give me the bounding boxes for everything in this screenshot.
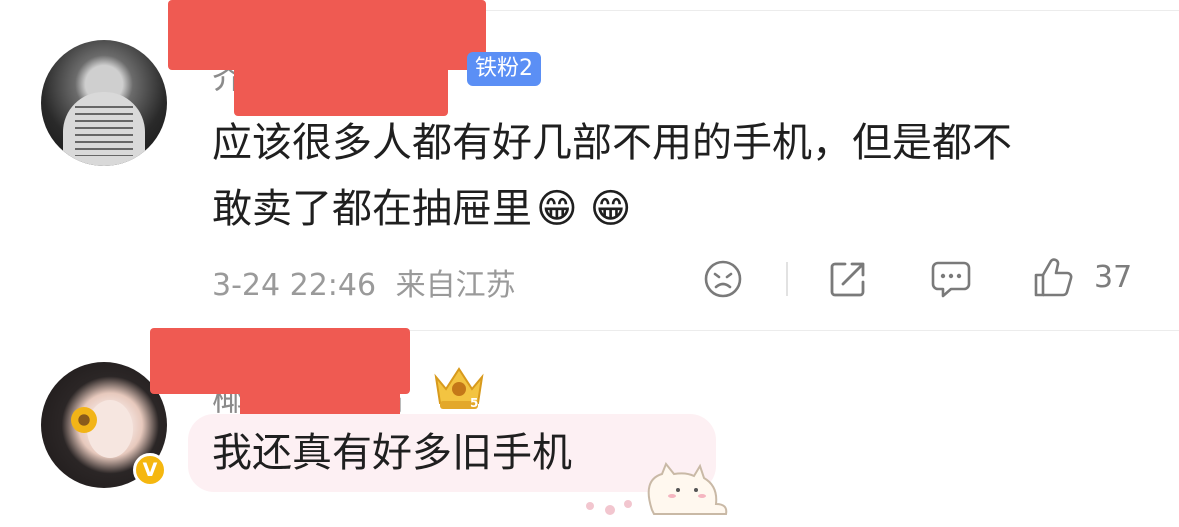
redaction-block bbox=[240, 358, 400, 420]
comment-text: 我还真有好多旧手机 bbox=[212, 430, 572, 476]
cat-sticker-icon bbox=[586, 462, 728, 515]
grin-emoji: 😁 bbox=[589, 186, 632, 232]
comment-text-line: 应该很多人都有好几部不用的手机，但是都不 bbox=[212, 120, 1012, 166]
avatar-flower bbox=[71, 407, 97, 433]
fan-badge[interactable]: 铁粉2 bbox=[467, 52, 541, 86]
avatar-tattoo bbox=[75, 106, 133, 156]
crown-badge-icon: 5 bbox=[434, 367, 484, 410]
action-separator bbox=[786, 262, 788, 296]
comment-text-line: 敢卖了都在抽屉里 😁 😁 bbox=[212, 176, 1012, 242]
share-icon[interactable] bbox=[827, 258, 869, 300]
comment-text: 应该很多人都有好几部不用的手机，但是都不 敢卖了都在抽屉里 😁 😁 bbox=[212, 110, 1012, 242]
comment-text-part: 敢卖了都在抽屉里 bbox=[212, 186, 532, 232]
like-count: 37 bbox=[1094, 260, 1133, 295]
comment-meta: 3-24 22:46 来自江苏 bbox=[212, 260, 516, 304]
location: 来自江苏 bbox=[395, 268, 516, 303]
frown-icon[interactable] bbox=[702, 258, 744, 300]
redaction-block bbox=[234, 40, 448, 116]
timestamp: 3-24 22:46 bbox=[212, 268, 377, 303]
thumbs-up-icon[interactable] bbox=[1031, 256, 1075, 300]
avatar[interactable] bbox=[41, 40, 167, 166]
grin-emoji: 😁 bbox=[536, 186, 578, 232]
svg-text:5: 5 bbox=[470, 396, 478, 410]
avatar-face bbox=[87, 400, 133, 458]
comment-icon[interactable] bbox=[929, 258, 973, 300]
verified-badge: V bbox=[133, 453, 167, 487]
